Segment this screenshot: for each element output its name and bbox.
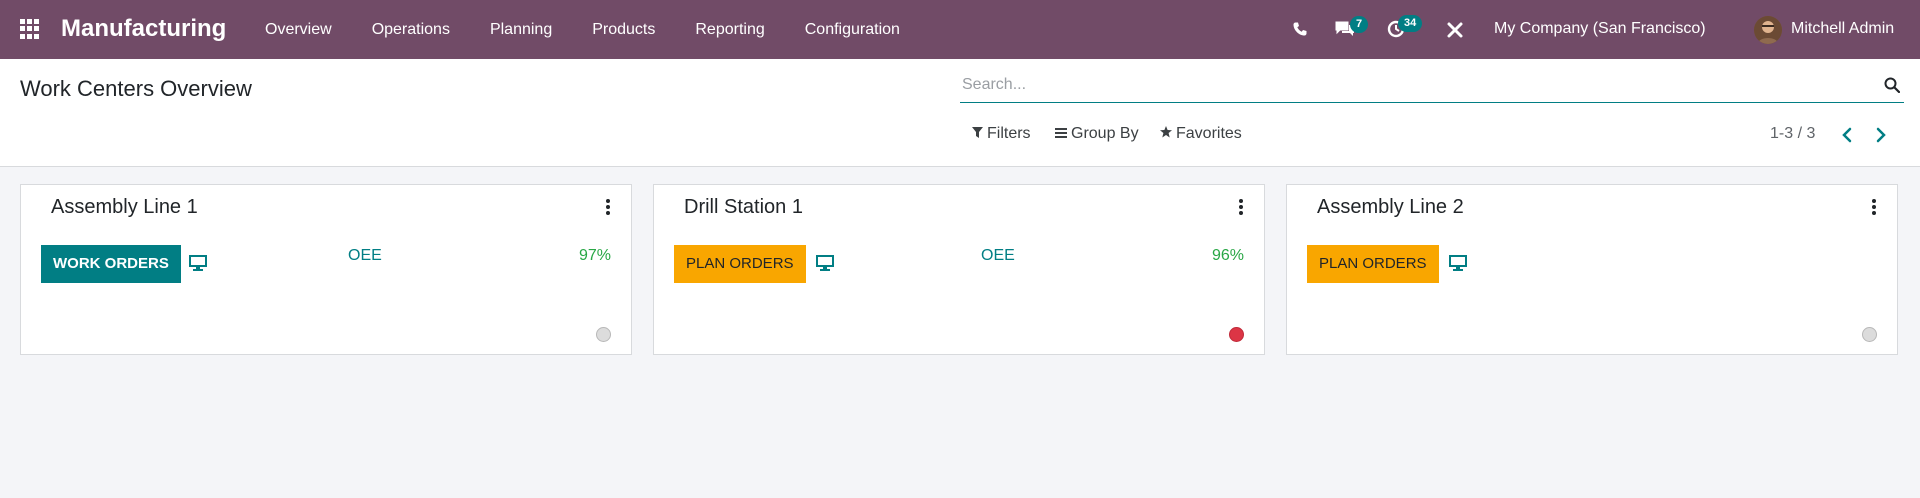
star-icon [1160, 125, 1172, 143]
workcenter-title[interactable]: Assembly Line 1 [51, 196, 198, 219]
oee-value[interactable]: 97% [579, 247, 611, 265]
list-icon [1055, 125, 1067, 143]
workcenter-card: Drill Station 1 PLAN ORDERS OEE 96% [653, 184, 1265, 355]
filter-icon [972, 125, 983, 143]
plan-orders-button[interactable]: PLAN ORDERS [674, 245, 806, 283]
status-indicator[interactable] [596, 327, 611, 342]
favorites-label: Favorites [1176, 125, 1242, 142]
top-navbar: Manufacturing Overview Operations Planni… [0, 0, 1920, 59]
menu-item-overview[interactable]: Overview [265, 0, 352, 59]
monitor-icon[interactable] [1449, 255, 1467, 276]
pager-next-button[interactable] [1869, 123, 1893, 147]
group-by-label: Group By [1071, 125, 1139, 142]
filters-button[interactable]: Filters [972, 125, 1031, 143]
workcenter-title[interactable]: Assembly Line 2 [1317, 196, 1464, 219]
messages-badge: 7 [1350, 16, 1369, 33]
apps-menu-icon[interactable] [20, 19, 40, 39]
group-by-button[interactable]: Group By [1055, 125, 1139, 143]
avatar[interactable] [1754, 16, 1782, 44]
chevron-left-icon [1842, 127, 1852, 143]
plan-orders-button[interactable]: PLAN ORDERS [1307, 245, 1439, 283]
favorites-button[interactable]: Favorites [1160, 125, 1242, 143]
phone-icon[interactable] [1292, 21, 1308, 42]
menu-item-planning[interactable]: Planning [470, 0, 572, 59]
chevron-right-icon [1876, 127, 1886, 143]
menu-item-reporting[interactable]: Reporting [675, 0, 784, 59]
card-dropdown-icon[interactable] [1236, 197, 1246, 217]
workcenter-card: Assembly Line 2 PLAN ORDERS [1286, 184, 1898, 355]
menu-item-configuration[interactable]: Configuration [785, 0, 920, 59]
pager-value[interactable]: 1-3 / 3 [1770, 125, 1815, 143]
main-menu: Overview Operations Planning Products Re… [265, 0, 920, 59]
monitor-icon[interactable] [816, 255, 834, 276]
menu-item-operations[interactable]: Operations [352, 0, 470, 59]
card-dropdown-icon[interactable] [1869, 197, 1879, 217]
status-indicator[interactable] [1229, 327, 1244, 342]
workcenter-card: Assembly Line 1 WORK ORDERS OEE 97% [20, 184, 632, 355]
status-indicator[interactable] [1862, 327, 1877, 342]
company-switcher[interactable]: My Company (San Francisco) [1494, 20, 1706, 38]
work-orders-button[interactable]: WORK ORDERS [41, 245, 181, 283]
oee-label[interactable]: OEE [348, 247, 382, 265]
oee-value[interactable]: 96% [1212, 247, 1244, 265]
search-input[interactable] [960, 73, 1860, 97]
search-box [960, 69, 1904, 103]
monitor-icon[interactable] [189, 255, 207, 276]
search-icon[interactable] [1884, 77, 1901, 98]
workcenter-title[interactable]: Drill Station 1 [684, 196, 803, 219]
pager-previous-button[interactable] [1835, 123, 1859, 147]
card-dropdown-icon[interactable] [603, 197, 613, 217]
filters-label: Filters [987, 125, 1031, 142]
page-title: Work Centers Overview [20, 76, 252, 101]
oee-label[interactable]: OEE [981, 247, 1015, 265]
tools-icon[interactable] [1446, 21, 1464, 44]
user-menu[interactable]: Mitchell Admin [1791, 20, 1894, 38]
activities-badge: 34 [1398, 15, 1423, 32]
menu-item-products[interactable]: Products [572, 0, 675, 59]
control-panel: Work Centers Overview Filters Group By F… [0, 59, 1920, 167]
app-brand[interactable]: Manufacturing [61, 15, 226, 43]
